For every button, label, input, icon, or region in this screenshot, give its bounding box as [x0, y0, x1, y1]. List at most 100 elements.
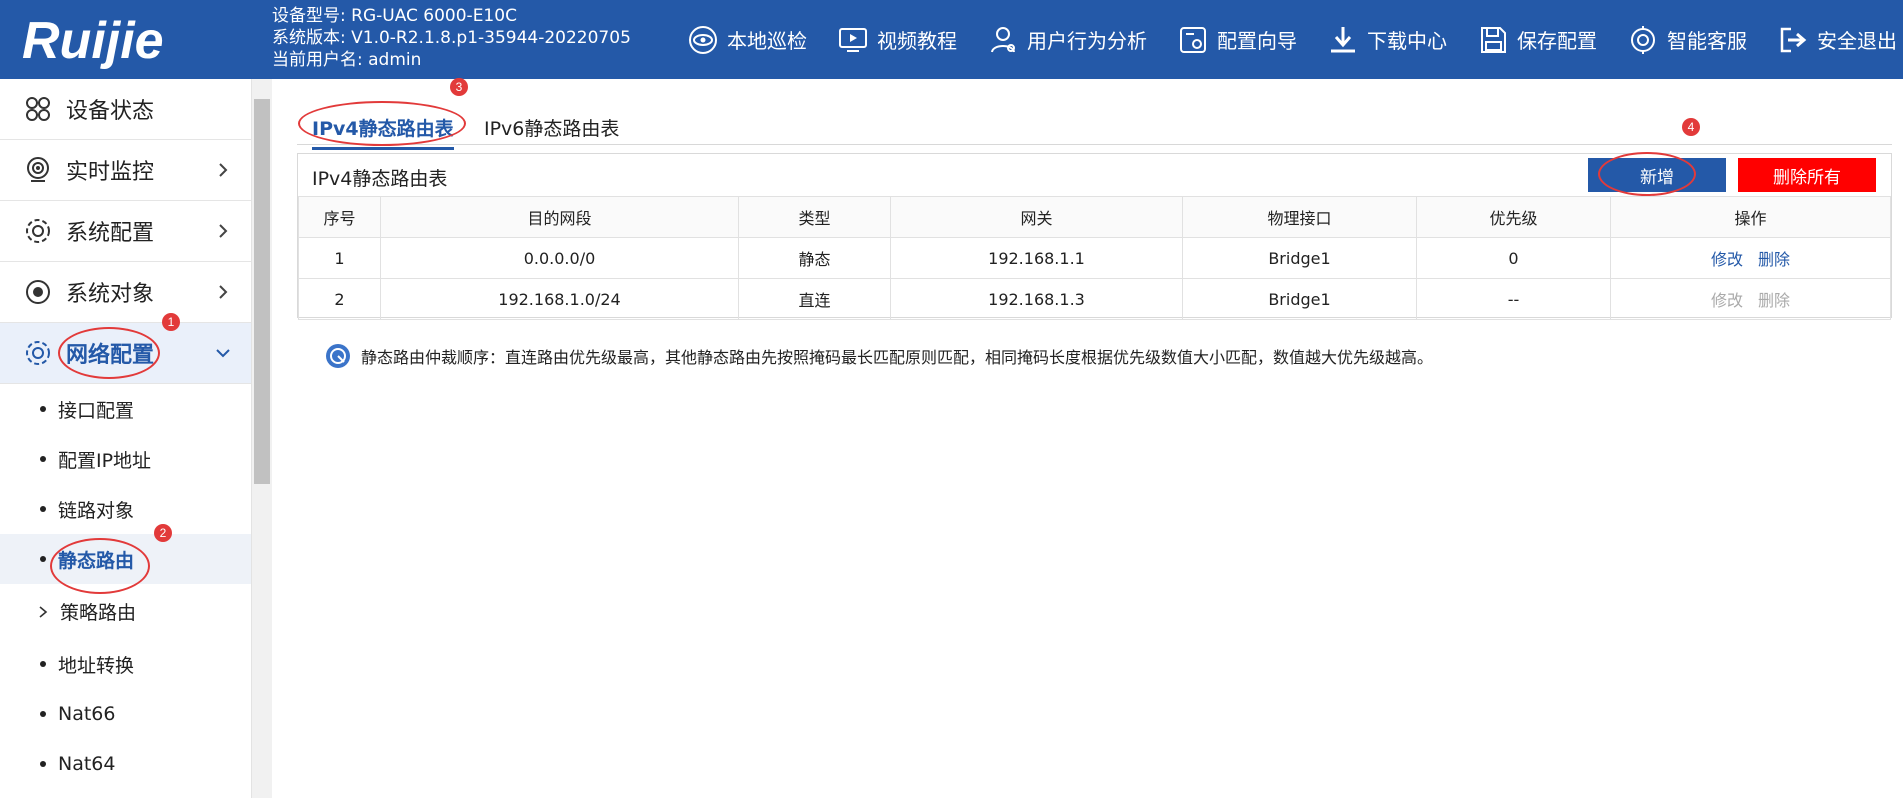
- bullet-icon: [40, 661, 46, 667]
- top-nav: 本地巡检 视频教程 用户行为分析 配置向导 下载中心 保存配置 智能客服 安全退…: [657, 0, 1897, 79]
- bullet-icon: [40, 761, 46, 767]
- support-icon: [1631, 25, 1655, 54]
- nav-video-tutorial[interactable]: 视频教程: [837, 24, 957, 56]
- table-row: 2 192.168.1.0/24 直连 192.168.1.3 Bridge1 …: [298, 278, 1891, 320]
- column-header: 序号: [298, 196, 381, 238]
- cell-type: 直连: [738, 278, 891, 320]
- note-text: 静态路由仲裁顺序：直连路由优先级最高，其他静态路由先按照掩码最长匹配原则匹配，相…: [361, 348, 1434, 367]
- cell-gateway: 192.168.1.3: [890, 278, 1183, 320]
- sidebar: 设备状态 实时监控 系统配置 系统对象 网络配置 接口配置 配置IP地址 链路对…: [0, 79, 252, 798]
- nav-user-behavior[interactable]: 用户行为分析: [987, 24, 1147, 56]
- tab-ipv6-static-route[interactable]: IPv6静态路由表: [484, 114, 619, 141]
- nav-download-center[interactable]: 下载中心: [1327, 24, 1447, 56]
- nav-save-config[interactable]: 保存配置: [1477, 24, 1597, 56]
- sidebar-subitem-policy-route[interactable]: 策略路由: [0, 584, 251, 639]
- column-header: 操作: [1610, 196, 1891, 238]
- sidebar-item-label: 系统配置: [66, 221, 155, 246]
- column-header: 目的网段: [380, 196, 739, 238]
- brand-logo: Ruijie: [22, 10, 212, 70]
- info-icon: [326, 344, 350, 368]
- sidebar-subitem-link-object[interactable]: 链路对象: [0, 484, 251, 534]
- column-header: 网关: [890, 196, 1183, 238]
- route-arbitration-note: 静态路由仲裁顺序：直连路由优先级最高，其他静态路由先按照掩码最长匹配原则匹配，相…: [325, 343, 1433, 369]
- chevron-right-icon: [39, 605, 48, 618]
- sidebar-item-device-status[interactable]: 设备状态: [0, 79, 251, 140]
- sidebar-subitem-label: 地址转换: [58, 654, 135, 677]
- route-table: 序号 目的网段 类型 网关 物理接口 优先级 操作 1 0.0.0.0/0 静态…: [298, 196, 1891, 320]
- table-header-row: 序号 目的网段 类型 网关 物理接口 优先级 操作: [298, 196, 1891, 238]
- annotation-badge: 1: [162, 313, 180, 331]
- sidebar-item-label: 设备状态: [66, 99, 155, 124]
- nav-smart-support[interactable]: 智能客服: [1627, 24, 1747, 56]
- sidebar-subitem-label: 配置IP地址: [58, 449, 152, 472]
- sidebar-item-realtime-monitor[interactable]: 实时监控: [0, 140, 251, 201]
- sidebar-subitem-nat[interactable]: 地址转换: [0, 639, 251, 689]
- sidebar-item-label: 系统对象: [66, 282, 155, 307]
- edit-link-disabled: 修改: [1710, 291, 1743, 310]
- sidebar-subitem-label: 链路对象: [58, 499, 135, 522]
- nav-label: 本地巡检: [727, 29, 807, 53]
- cell-priority: --: [1416, 278, 1611, 320]
- sidebar-subitem-interface-config[interactable]: 接口配置: [0, 384, 251, 434]
- sidebar-subitem-ip-config[interactable]: 配置IP地址: [0, 434, 251, 484]
- chevron-right-icon: [219, 224, 228, 238]
- sidebar-item-network-config[interactable]: 网络配置: [0, 323, 251, 384]
- delete-all-button[interactable]: 删除所有: [1738, 158, 1876, 192]
- cell-interface: Bridge1: [1182, 237, 1417, 279]
- chevron-right-icon: [219, 163, 228, 177]
- system-version: 系统版本: V1.0-R2.1.8.p1-35944-20220705: [272, 28, 631, 48]
- sidebar-item-label: 实时监控: [66, 160, 155, 185]
- monitor-icon: [27, 157, 49, 182]
- annotation-badge: 2: [154, 524, 172, 542]
- object-icon: [26, 280, 50, 304]
- sidebar-item-label: 网络配置: [66, 343, 155, 368]
- cell-priority: 0: [1416, 237, 1611, 279]
- cell-destination: 0.0.0.0/0: [380, 237, 739, 279]
- chevron-right-icon: [219, 285, 228, 299]
- current-user: 当前用户名: admin: [272, 50, 422, 70]
- grid-icon: [26, 97, 50, 121]
- edit-link[interactable]: 修改: [1711, 250, 1743, 269]
- cell-gateway: 192.168.1.1: [890, 237, 1183, 279]
- sidebar-scrollbar[interactable]: [252, 79, 272, 798]
- column-header: 优先级: [1416, 196, 1611, 238]
- download-icon: [1331, 26, 1355, 52]
- sidebar-subitem-nat66[interactable]: Nat66: [0, 689, 251, 739]
- add-button[interactable]: 新增: [1588, 158, 1726, 192]
- network-gear-icon: [26, 341, 50, 365]
- bullet-icon: [40, 406, 46, 412]
- sidebar-subitem-static-route[interactable]: 静态路由: [0, 534, 251, 584]
- tab-ipv4-static-route[interactable]: IPv4静态路由表: [312, 114, 454, 150]
- sidebar-item-system-config[interactable]: 系统配置: [0, 201, 251, 262]
- cell-index: 1: [298, 237, 381, 279]
- svg-text:Ruijie: Ruijie: [22, 12, 164, 70]
- column-header: 类型: [738, 196, 891, 238]
- route-tabs: IPv4静态路由表 IPv6静态路由表: [297, 110, 1892, 150]
- nav-config-wizard[interactable]: 配置向导: [1177, 24, 1297, 56]
- scrollbar-thumb[interactable]: [254, 99, 270, 484]
- sidebar-item-system-object[interactable]: 系统对象: [0, 262, 251, 323]
- nav-label: 视频教程: [877, 29, 957, 53]
- sidebar-subitem-label: Nat66: [58, 703, 116, 725]
- cell-index: 2: [298, 278, 381, 320]
- chevron-down-icon: [216, 349, 230, 358]
- cell-actions: 修改 删除: [1610, 237, 1891, 279]
- annotation-badge: 3: [450, 78, 468, 96]
- bullet-icon: [40, 506, 46, 512]
- delete-link-disabled: 删除: [1758, 291, 1791, 310]
- sidebar-subitem-label: 策略路由: [60, 602, 137, 624]
- sidebar-subitem-label: 接口配置: [58, 399, 135, 422]
- sidebar-subitem-nat64[interactable]: Nat64: [0, 739, 251, 789]
- bullet-icon: [40, 556, 46, 562]
- nav-local-inspection[interactable]: 本地巡检: [687, 24, 807, 56]
- logout-icon: [1780, 27, 1807, 52]
- delete-link[interactable]: 删除: [1758, 250, 1790, 269]
- panel-title: IPv4静态路由表: [312, 168, 448, 190]
- eye-scan-icon: [689, 25, 717, 54]
- cell-type: 静态: [738, 237, 891, 279]
- ipv4-route-panel: IPv4静态路由表 新增 删除所有 序号 目的网段 类型 网关 物理接口 优先级…: [297, 153, 1892, 320]
- nav-logout[interactable]: 安全退出: [1777, 24, 1897, 56]
- cell-actions: 修改 删除: [1610, 278, 1891, 320]
- sidebar-subitem-label: Nat64: [58, 753, 116, 775]
- sidebar-subitem-label: 静态路由: [58, 549, 135, 572]
